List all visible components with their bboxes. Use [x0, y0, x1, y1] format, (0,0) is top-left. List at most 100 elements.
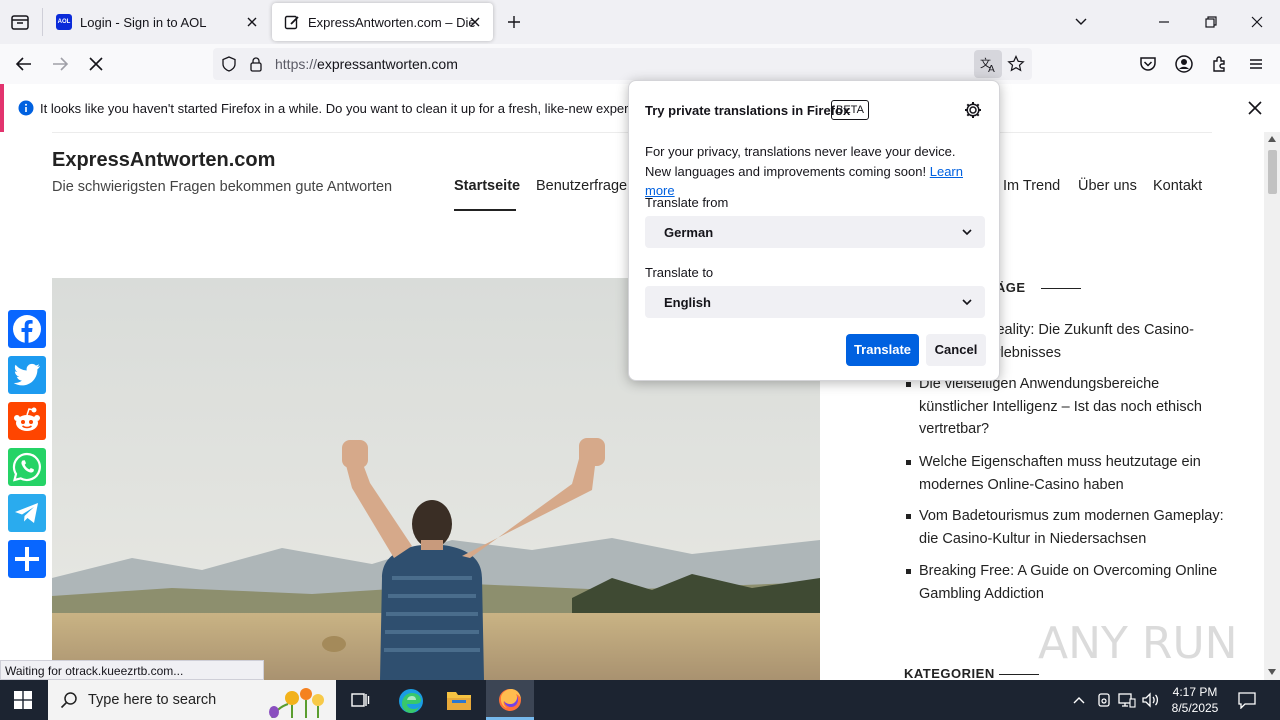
- gear-icon[interactable]: [963, 100, 983, 120]
- edit-icon: [284, 14, 300, 30]
- new-tab-icon[interactable]: [505, 13, 523, 31]
- cancel-button[interactable]: Cancel: [926, 334, 986, 366]
- list-item[interactable]: Welche Eigenschaften muss heutzutage ein…: [904, 451, 1224, 496]
- navigation-toolbar: https://expressantworten.com 文A: [0, 44, 1280, 84]
- tab-list-icon[interactable]: [10, 13, 30, 31]
- flowers-icon: [262, 682, 334, 718]
- url-host: expressantworten.com: [317, 56, 458, 72]
- translate-icon[interactable]: 文A: [974, 50, 1002, 78]
- description-text: For your privacy, translations never lea…: [645, 144, 956, 179]
- forward-arrow-icon[interactable]: [48, 52, 72, 76]
- info-icon: [18, 100, 34, 116]
- bullet: [906, 382, 911, 387]
- system-clock[interactable]: 4:17 PM 8/5/2025: [1164, 684, 1226, 716]
- menu-item-startseite[interactable]: Startseite: [454, 178, 520, 194]
- translation-panel: Try private translations in Firefox BETA…: [628, 80, 1000, 381]
- search-icon: [60, 691, 78, 709]
- minimize-icon[interactable]: [1156, 14, 1172, 30]
- status-text: Waiting for otrack.kueezrtb.com...: [0, 660, 264, 680]
- scroll-up-icon[interactable]: [1268, 136, 1276, 142]
- menu-item-benutzerfragen[interactable]: Benutzerfragen: [536, 178, 635, 194]
- select-value: German: [664, 225, 714, 240]
- bullet: [906, 460, 911, 465]
- list-item[interactable]: Die vielseitigen Anwendungsbereiche küns…: [904, 373, 1224, 441]
- categories-heading: KATEGORIEN: [904, 666, 995, 680]
- translate-button[interactable]: Translate: [846, 334, 919, 366]
- taskbar-search[interactable]: Type here to search: [48, 680, 336, 720]
- menu-item-ueber-uns[interactable]: Über uns: [1078, 178, 1137, 194]
- aol-icon: AOL: [56, 14, 72, 30]
- restore-icon[interactable]: [1203, 14, 1219, 30]
- close-icon[interactable]: [467, 14, 483, 30]
- post-link[interactable]: Breaking Free: A Guide on Overcoming Onl…: [904, 560, 1224, 605]
- clock-date: 8/5/2025: [1171, 701, 1219, 715]
- bullet: [906, 514, 911, 519]
- extensions-icon[interactable]: [1208, 52, 1232, 76]
- clock-time: 4:17 PM: [1172, 685, 1218, 699]
- list-item[interactable]: Vom Badetourismus zum modernen Gameplay:…: [904, 505, 1224, 550]
- panel-description: For your privacy, translations never lea…: [645, 142, 975, 201]
- post-link[interactable]: Vom Badetourismus zum modernen Gameplay:…: [904, 505, 1224, 550]
- network-icon[interactable]: [1118, 692, 1136, 708]
- panel-title: Try private translations in Firefox: [645, 103, 851, 118]
- post-link[interactable]: Die vielseitigen Anwendungsbereiche küns…: [904, 373, 1224, 441]
- scroll-down-icon[interactable]: [1268, 669, 1276, 675]
- lock-icon[interactable]: [248, 56, 264, 72]
- window-close-icon[interactable]: [1249, 14, 1265, 30]
- menu-item-kontakt[interactable]: Kontakt: [1153, 178, 1202, 194]
- pocket-icon[interactable]: [1136, 52, 1160, 76]
- tab-expressantworten[interactable]: ExpressAntworten.com – Die schw: [272, 3, 493, 41]
- translate-from-label: Translate from: [645, 195, 729, 210]
- edge-icon[interactable]: [398, 688, 424, 714]
- search-placeholder: Type here to search: [88, 692, 217, 708]
- scrollbar[interactable]: [1264, 132, 1280, 680]
- watermark: ANY RUN: [1038, 612, 1238, 672]
- device-icon[interactable]: [1096, 692, 1112, 708]
- scrollbar-thumb[interactable]: [1268, 150, 1277, 194]
- telegram-icon[interactable]: [8, 494, 46, 532]
- notification-text: It looks like you haven't started Firefo…: [40, 101, 679, 116]
- chevron-down-icon: [961, 297, 973, 307]
- taskbar: Type here to search 4:17 PM 8/5/2025: [0, 680, 1280, 720]
- heading-underline: [999, 674, 1039, 675]
- translate-to-select[interactable]: English: [645, 286, 985, 318]
- heading-underline: [1041, 288, 1081, 289]
- chevron-down-icon[interactable]: [1073, 14, 1089, 30]
- file-explorer-icon[interactable]: [446, 689, 472, 711]
- svg-text:A: A: [988, 64, 995, 75]
- share-plus-icon[interactable]: [8, 540, 46, 578]
- tab-divider: [42, 8, 43, 36]
- reddit-icon[interactable]: [8, 402, 46, 440]
- facebook-icon[interactable]: [8, 310, 46, 348]
- notifications-icon[interactable]: [1238, 691, 1256, 709]
- firefox-taskbar-button[interactable]: [486, 680, 534, 720]
- url-text[interactable]: https://expressantworten.com: [275, 56, 458, 72]
- windows-start-icon[interactable]: [14, 691, 32, 709]
- address-bar[interactable]: https://expressantworten.com 文A: [213, 48, 1032, 80]
- site-title[interactable]: ExpressAntworten.com: [52, 149, 275, 172]
- close-icon[interactable]: [1246, 99, 1264, 117]
- twitter-icon[interactable]: [8, 356, 46, 394]
- close-icon[interactable]: [244, 14, 260, 30]
- chevron-down-icon: [961, 227, 973, 237]
- bookmark-star-icon[interactable]: [1007, 55, 1025, 73]
- task-view-icon[interactable]: [350, 690, 370, 710]
- menu-item-im-trend[interactable]: Im Trend: [1003, 178, 1060, 194]
- volume-icon[interactable]: [1142, 692, 1160, 708]
- select-value: English: [664, 295, 711, 310]
- watermark-text: ANY RUN: [1038, 618, 1238, 669]
- translate-from-select[interactable]: German: [645, 216, 985, 248]
- back-arrow-icon[interactable]: [12, 52, 36, 76]
- list-item[interactable]: Breaking Free: A Guide on Overcoming Onl…: [904, 560, 1224, 605]
- firefox-icon: [498, 688, 522, 712]
- post-link[interactable]: Welche Eigenschaften muss heutzutage ein…: [904, 451, 1224, 496]
- tab-aol-login[interactable]: AOL Login - Sign in to AOL: [44, 3, 270, 41]
- shield-icon[interactable]: [221, 56, 237, 72]
- menu-active-indicator: [454, 209, 516, 211]
- url-scheme: https://: [275, 56, 318, 72]
- chevron-up-icon[interactable]: [1072, 694, 1086, 706]
- account-icon[interactable]: [1172, 52, 1196, 76]
- stop-loading-icon[interactable]: [84, 52, 108, 76]
- menu-icon[interactable]: [1244, 52, 1268, 76]
- whatsapp-icon[interactable]: [8, 448, 46, 486]
